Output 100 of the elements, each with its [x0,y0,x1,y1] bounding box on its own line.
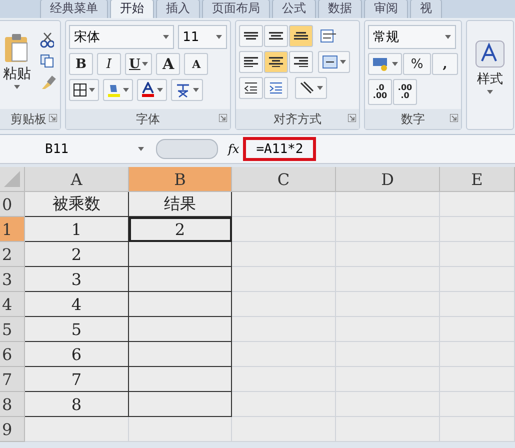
increase-indent-button[interactable] [264,77,288,99]
row-header[interactable]: 1 [0,217,25,242]
column-header[interactable]: C [232,167,336,192]
percent-button[interactable]: % [403,53,431,75]
copy-icon[interactable] [40,54,54,68]
group-label: 字体 [66,109,230,129]
ribbon-tab[interactable]: 公式 [272,0,316,18]
insert-function-button[interactable]: fx [228,142,240,156]
caret-icon [317,86,323,90]
grow-font-button[interactable]: A [156,53,180,75]
align-center-icon [269,56,283,68]
clipboard-icon [4,33,30,63]
splitter-handle[interactable] [156,139,218,159]
font-color-button[interactable] [137,79,167,101]
underline-button[interactable]: U [125,53,152,75]
table-cell: 3 [25,267,129,292]
comma-button[interactable]: , [432,53,458,75]
caret-icon [138,147,144,151]
row-header[interactable]: 4 [0,292,25,317]
column-header[interactable]: B [129,167,232,192]
borders-button[interactable] [69,79,99,101]
row-header[interactable]: 3 [0,267,25,292]
decrease-decimal-button[interactable]: .00 .0 [393,79,417,105]
align-top-icon [244,32,258,40]
row-header[interactable]: 0 [0,192,25,217]
table-cell: 6 [25,342,129,367]
indent-icon [244,81,258,95]
bold-button[interactable]: B [69,53,93,75]
caret-icon [340,60,346,64]
dialog-launcher-icon[interactable] [219,114,227,122]
merge-button[interactable] [318,51,350,73]
fill-color-button[interactable] [103,79,133,101]
align-middle-icon [269,32,283,40]
paste-button[interactable]: 粘贴 [0,25,34,97]
table-cell: 结果 [129,192,232,217]
align-button[interactable] [239,51,263,73]
row-header[interactable]: 6 [0,342,25,367]
shrink-font-button[interactable]: A [184,53,208,75]
align-button[interactable] [239,25,263,47]
ribbon-tab[interactable]: 审阅 [364,0,408,18]
row-header[interactable]: 2 [0,242,25,267]
table-cell: 8 [25,392,129,417]
font-color-icon [141,82,155,98]
wrap-text-icon[interactable] [320,28,338,44]
row-header[interactable]: 9 [0,417,25,442]
caret-icon [89,88,95,92]
number-format-field[interactable]: 常规 [368,25,456,49]
caret-icon [123,88,129,92]
row-header[interactable]: 7 [0,367,25,392]
row-header[interactable]: 5 [0,317,25,342]
caret-icon [162,35,169,39]
caret-icon [14,85,20,89]
align-button[interactable] [289,51,313,73]
italic-button[interactable]: I [97,53,121,75]
phonetic-button[interactable] [171,79,203,101]
name-box[interactable]: B11 [0,142,150,156]
increase-decimal-button[interactable]: .0 .00 [368,79,392,105]
caret-icon [487,90,493,94]
align-left-icon [244,56,258,68]
column-header[interactable]: A [25,167,129,192]
merge-cells-icon [322,55,338,69]
caret-icon [157,88,163,92]
align-button[interactable] [264,25,288,47]
dialog-launcher-icon[interactable] [49,114,57,122]
formula-field[interactable]: =A11*2 [243,137,316,161]
font-name-field[interactable]: 宋体 [69,25,174,49]
table-cell: 7 [25,367,129,392]
align-button[interactable] [289,25,313,47]
corner-triangle-icon [4,171,20,187]
scissors-icon[interactable] [40,32,54,48]
ribbon-tab[interactable]: 经典菜单 [40,0,108,18]
ribbon-tab[interactable]: 开始 [110,0,154,18]
group-label: 剪贴板 [0,109,60,129]
decrease-indent-button[interactable] [239,77,263,99]
ribbon-tab[interactable]: 数据 [318,0,362,18]
ribbon-tab[interactable]: 页面布局 [202,0,270,18]
caret-icon [142,62,148,66]
text-angle-icon [299,81,315,95]
column-header[interactable]: E [440,167,515,192]
table-cell: 被乘数 [25,192,129,217]
caret-icon [445,35,451,39]
indent-icon [269,81,283,95]
table-cell: 5 [25,317,129,342]
format-brush-icon[interactable] [40,74,56,90]
dialog-launcher-icon[interactable] [348,114,356,122]
font-size-field[interactable]: 11 [178,25,227,49]
caret-icon [392,62,398,66]
column-header[interactable]: D [336,167,440,192]
align-bottom-icon [294,32,308,40]
dialog-launcher-icon[interactable] [450,114,458,122]
table-cell: 2 [25,242,129,267]
orientation-button[interactable] [295,77,327,99]
caret-icon [193,88,199,92]
currency-button[interactable] [368,53,402,75]
group-label: 对齐方式 [236,109,359,129]
borders-icon [73,83,87,97]
row-header[interactable]: 8 [0,392,25,417]
ribbon-tab[interactable]: 视 [410,0,442,18]
ribbon-tab[interactable]: 插入 [156,0,200,18]
align-button[interactable] [264,51,288,73]
